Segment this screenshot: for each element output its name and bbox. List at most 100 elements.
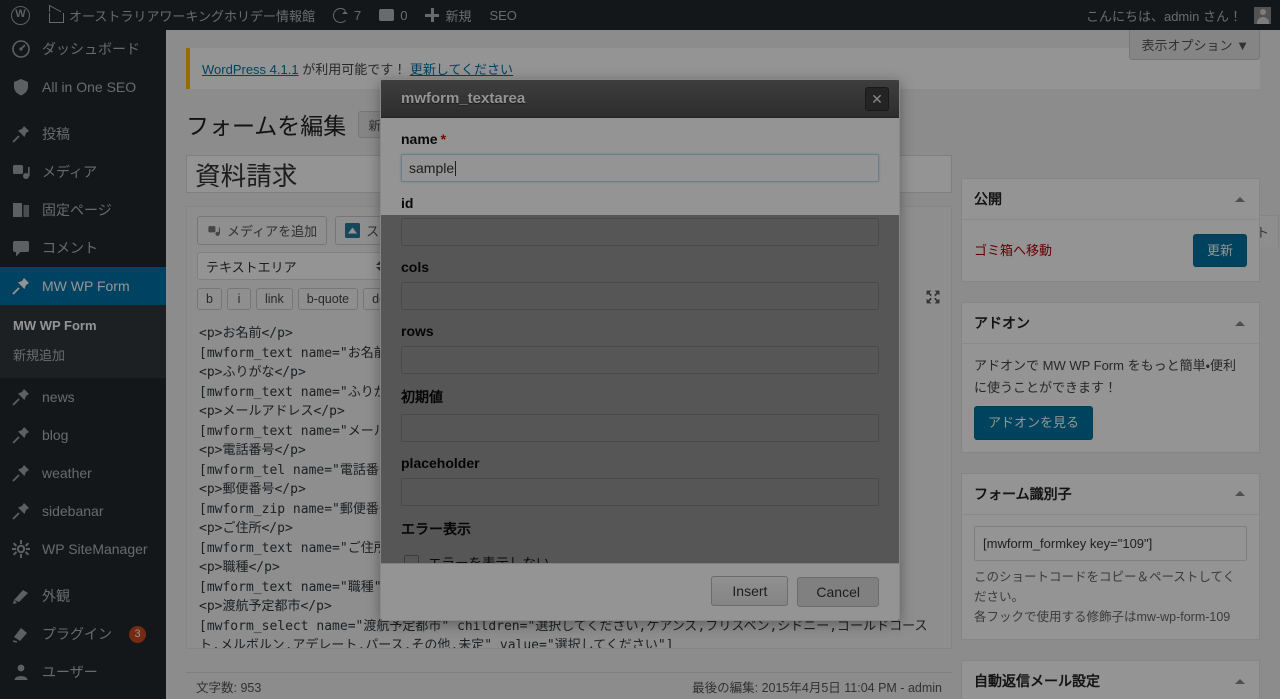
submenu-item-add-new[interactable]: 新規追加 bbox=[0, 339, 166, 370]
modal-header: mwform_textarea ✕ bbox=[381, 80, 899, 119]
sidebar-item-label: MW WP Form bbox=[42, 278, 130, 294]
mwform-textarea-modal: mwform_textarea ✕ name* sample id cols bbox=[380, 79, 900, 621]
cancel-button[interactable]: Cancel bbox=[797, 577, 879, 607]
field-label-cols: cols bbox=[401, 259, 430, 276]
sidebar-item-plugins[interactable]: プラグイン 3 bbox=[0, 615, 166, 653]
seo-label: SEO bbox=[489, 7, 517, 23]
quicktag-b-quote[interactable]: b-quote bbox=[297, 288, 359, 310]
error-checkbox-row[interactable]: エラーを表示しない bbox=[401, 546, 879, 563]
sidebar-item-label: All in One SEO bbox=[42, 79, 137, 95]
chevron-up-icon[interactable] bbox=[1235, 196, 1245, 202]
sidebar-item-wp-sitemanager[interactable]: WP SiteManager bbox=[0, 530, 166, 568]
addon-panel-title: アドオン bbox=[974, 315, 1030, 332]
rows-input[interactable] bbox=[401, 346, 879, 375]
pin-icon bbox=[12, 126, 29, 143]
sidebar-item-posts[interactable]: 投稿 bbox=[0, 115, 166, 153]
chevron-up-icon[interactable] bbox=[1235, 491, 1245, 497]
seo-menu-button[interactable]: SEO bbox=[480, 0, 525, 30]
form-tag-select[interactable]: テキストエリア bbox=[197, 252, 393, 280]
submenu-item-mw-wp-form[interactable]: MW WP Form bbox=[0, 312, 166, 339]
insert-button[interactable]: Insert bbox=[711, 576, 789, 606]
publish-panel: 公開 ゴミ箱へ移動 更新 bbox=[961, 178, 1260, 283]
sidebar-item-pages[interactable]: 固定ページ bbox=[0, 191, 166, 229]
wordpress-version-link[interactable]: WordPress 4.1.1 bbox=[202, 62, 299, 77]
plus-icon bbox=[425, 8, 440, 22]
pin-icon bbox=[12, 427, 29, 444]
quicktag-i[interactable]: i bbox=[226, 288, 251, 310]
hide-error-checkbox[interactable] bbox=[404, 554, 419, 563]
quicktag-link[interactable]: link bbox=[255, 288, 293, 310]
sidebar-item-tools[interactable]: ツール bbox=[0, 691, 166, 699]
sidebar-item-users[interactable]: ユーザー bbox=[0, 653, 166, 691]
autoreply-panel-header[interactable]: 自動返信メール設定 bbox=[962, 661, 1259, 699]
publish-panel-title: 公開 bbox=[974, 191, 1002, 207]
formkey-panel: フォーム識別子 [mwform_formkey key="109"] このショー… bbox=[961, 472, 1260, 641]
field-label-placeholder: placeholder bbox=[401, 455, 480, 472]
quicktag-b[interactable]: b bbox=[197, 288, 222, 310]
close-icon[interactable]: ✕ bbox=[865, 86, 889, 111]
update-button[interactable]: 更新 bbox=[1192, 234, 1247, 268]
addon-panel-header[interactable]: アドオン bbox=[962, 303, 1259, 345]
fullscreen-icon bbox=[926, 290, 940, 303]
sidebar-item-news[interactable]: news bbox=[0, 378, 166, 416]
chevron-up-icon[interactable] bbox=[1235, 320, 1245, 326]
my-account-button[interactable]: こんにちは、admin さん！ bbox=[1077, 0, 1280, 30]
cols-input[interactable] bbox=[401, 282, 879, 311]
add-media-button[interactable]: メディアを追加 bbox=[197, 216, 328, 245]
sidebar-item-label: 外観 bbox=[42, 588, 70, 604]
comments-button[interactable]: 0 bbox=[370, 0, 416, 30]
sidebar-item-dashboard[interactable]: ダッシュボード bbox=[0, 30, 166, 68]
formkey-panel-header[interactable]: フォーム識別子 bbox=[962, 474, 1259, 515]
sidebar-item-label: プラグイン bbox=[42, 626, 112, 642]
sidebar-item-media[interactable]: メディア bbox=[0, 153, 166, 191]
field-label-error-display: エラー表示 bbox=[401, 521, 471, 538]
sidebar-item-label: weather bbox=[42, 465, 92, 481]
chevron-up-icon[interactable] bbox=[1235, 678, 1245, 684]
sidebar-item-label: ダッシュボード bbox=[42, 41, 140, 57]
formkey-shortcode-input[interactable]: [mwform_formkey key="109"] bbox=[974, 525, 1247, 562]
modal-body: name * sample id cols rows 初期値 placehold… bbox=[381, 118, 899, 563]
sidebar-item-appearance[interactable]: 外観 bbox=[0, 577, 166, 615]
updates-count: 7 bbox=[353, 7, 362, 23]
notice-middle-text: が利用可能です！ bbox=[298, 62, 410, 77]
sidebar-item-all-in-one-seo[interactable]: All in One SEO bbox=[0, 68, 166, 106]
field-placeholder: placeholder bbox=[381, 442, 899, 507]
fullscreen-button[interactable] bbox=[925, 289, 941, 310]
sidebar-item-weather[interactable]: weather bbox=[0, 454, 166, 492]
plugin-update-badge: 3 bbox=[129, 625, 146, 643]
greeting-text: こんにちは、admin さん！ bbox=[1085, 8, 1242, 24]
modal-footer: Insert Cancel bbox=[381, 80, 899, 620]
sidebar-item-blog[interactable]: blog bbox=[0, 416, 166, 454]
sidebar-item-label: news bbox=[42, 389, 75, 405]
admin-sidebar: ダッシュボード All in One SEO 投稿 メディア 固定ページ コメン… bbox=[0, 30, 174, 699]
name-input[interactable]: sample bbox=[401, 154, 879, 183]
field-cols: cols bbox=[381, 246, 899, 311]
addon-panel: アドオン アドオンで MW WP Form をもっと簡単・便利に使うことができま… bbox=[961, 302, 1260, 453]
updates-button[interactable]: 7 bbox=[324, 0, 370, 30]
name-input-value: sample bbox=[409, 160, 455, 177]
addon-panel-body: アドオンで MW WP Form をもっと簡単・便利に使うことができます！ アド… bbox=[962, 344, 1259, 451]
required-marker: * bbox=[440, 131, 447, 148]
update-now-link[interactable]: 更新してください bbox=[410, 62, 513, 77]
default-value-input[interactable] bbox=[401, 414, 879, 443]
view-addons-button[interactable]: アドオンを見る bbox=[974, 406, 1094, 440]
home-icon bbox=[48, 8, 64, 23]
media-icon bbox=[13, 165, 30, 179]
id-input[interactable] bbox=[401, 218, 879, 247]
form-tag-select-value: テキストエリア bbox=[206, 259, 297, 275]
screen-options-tab[interactable]: 表示オプション ▼ bbox=[1128, 30, 1260, 60]
brush-icon bbox=[13, 590, 28, 604]
modal-title: mwform_textarea bbox=[401, 90, 526, 108]
sidebar-item-mw-wp-form[interactable]: MW WP Form bbox=[0, 267, 174, 305]
sidebar-item-sidebanar[interactable]: sidebanar bbox=[0, 492, 166, 530]
new-content-button[interactable]: 新規 bbox=[416, 0, 480, 30]
move-to-trash-link[interactable]: ゴミ箱へ移動 bbox=[974, 240, 1052, 261]
publish-panel-body: ゴミ箱へ移動 更新 bbox=[962, 220, 1259, 281]
placeholder-input[interactable] bbox=[401, 478, 879, 507]
slider-icon bbox=[345, 223, 361, 238]
pin-icon bbox=[12, 278, 29, 295]
wordpress-logo-button[interactable] bbox=[0, 0, 39, 30]
publish-panel-header[interactable]: 公開 bbox=[962, 179, 1259, 220]
sidebar-item-comments[interactable]: コメント bbox=[0, 229, 166, 267]
site-name-button[interactable]: オーストラリアワーキングホリデー情報館 bbox=[39, 0, 324, 30]
